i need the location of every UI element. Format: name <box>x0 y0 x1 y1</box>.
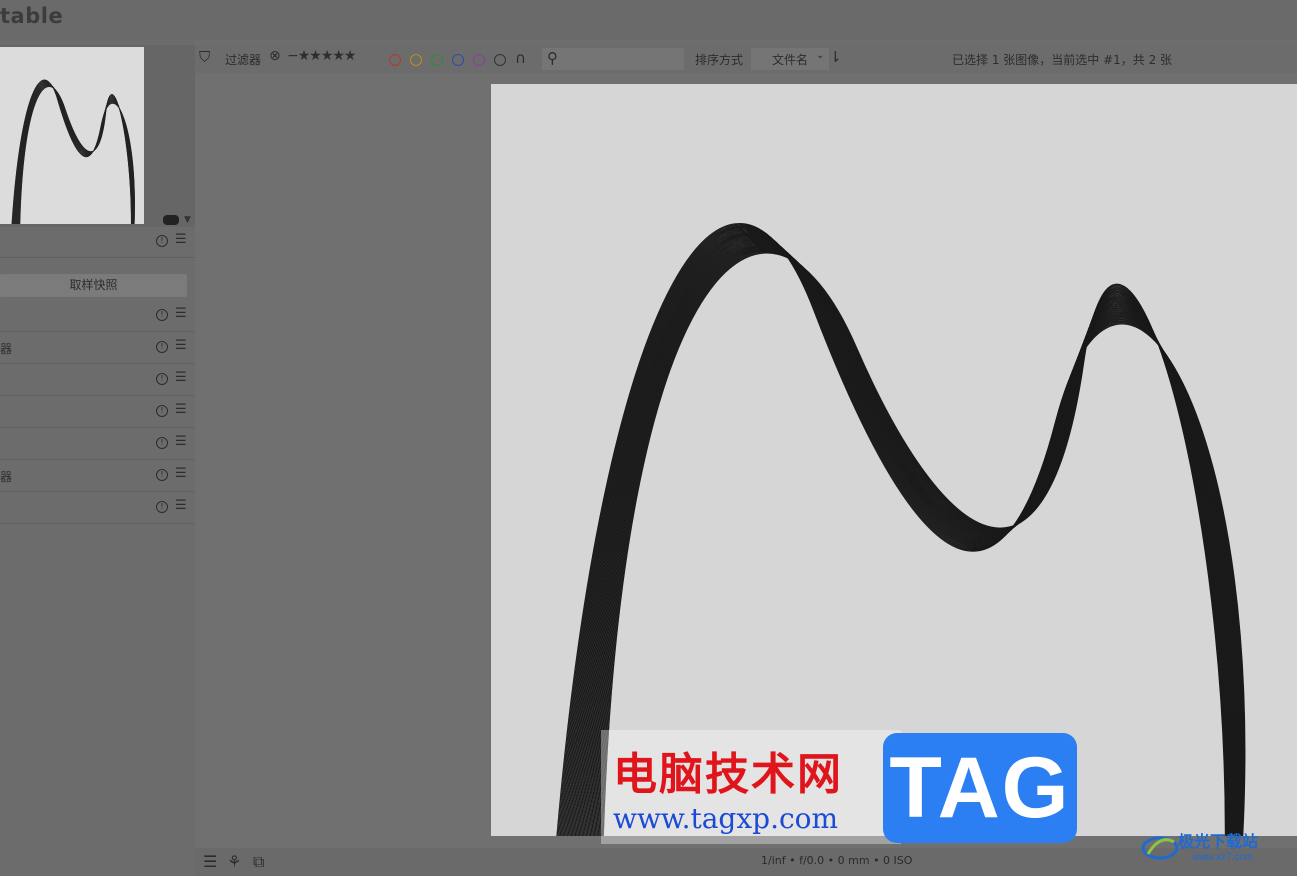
color-label-red-icon[interactable] <box>389 54 401 66</box>
sort-select[interactable]: 文件名 ⌄ <box>751 48 829 70</box>
info-icon[interactable]: ! <box>156 373 168 385</box>
watermark-site-url: www.xz7.com <box>1192 852 1254 863</box>
menu-icon[interactable]: ☰ <box>203 852 217 871</box>
wave-line <box>19 86 132 224</box>
filter-toolbar: ⛉ 过滤器 ⊗ −★★★★★ ∩ ⚲ 排序方式 文件名 ⌄ ⇂ 已选择 1 张图… <box>195 45 1297 73</box>
menu-icon[interactable]: ☰ <box>175 232 187 247</box>
wave-line <box>17 84 133 224</box>
take-snapshot-button[interactable]: 取样快照 <box>0 274 187 297</box>
selection-status: 已选择 1 张图像，当前选中 #1，共 2 张 <box>952 53 1173 67</box>
info-icon[interactable]: ! <box>156 405 168 417</box>
info-icon[interactable]: ! <box>156 235 168 247</box>
search-icon: ⚲ <box>547 49 558 67</box>
info-icon[interactable]: ! <box>156 469 168 481</box>
filter-icon[interactable]: ⛉ <box>199 48 210 66</box>
sort-value: 文件名 <box>772 53 809 67</box>
aurora-logo-icon <box>1141 836 1179 860</box>
wave-line <box>18 85 132 224</box>
module-row-4[interactable]: ! ☰ <box>0 397 195 428</box>
wave-line <box>17 85 133 224</box>
navigator-visibility-icon[interactable] <box>163 215 179 225</box>
watermark-site-logo: 极光下载站 www.xz7.com <box>1140 822 1297 876</box>
menu-icon[interactable]: ☰ <box>175 338 187 353</box>
color-label-yellow-icon[interactable] <box>410 54 422 66</box>
left-panel: ▼ ! ☰ 取样快照 ! ☰ 器 ! ☰ ! ☰ ! ☰ ! ☰ 器 ! ☰ !… <box>0 40 195 876</box>
info-icon[interactable]: ! <box>156 341 168 353</box>
bottom-bar: ☰ ⚘ ⧉ 1/inf • f/0.0 • 0 mm • 0 ISO <box>195 848 1297 876</box>
wave-line <box>19 86 132 224</box>
thumbnail-wave-image <box>11 79 135 224</box>
navigator-dropdown-icon[interactable]: ▼ <box>184 215 191 225</box>
watermark-site-name: 极光下载站 <box>1178 834 1259 851</box>
app-title: table <box>0 4 64 28</box>
watermark-cn-text: 电脑技术网 <box>613 749 843 800</box>
menu-icon[interactable]: ☰ <box>175 498 187 513</box>
menu-icon[interactable]: ☰ <box>175 370 187 385</box>
main-image[interactable] <box>491 84 1297 836</box>
navigator-panel[interactable]: ▼ <box>0 45 195 227</box>
filter-label: 过滤器 <box>225 53 262 67</box>
module-label: 器 <box>0 470 13 484</box>
menu-icon[interactable]: ☰ <box>175 434 187 449</box>
wave-line <box>19 86 132 224</box>
title-bar: table <box>0 0 1297 40</box>
watermark: 电脑技术网 www.tagxp.com TAG <box>601 730 1083 844</box>
color-label-purple-icon[interactable] <box>473 54 485 66</box>
color-label-blue-icon[interactable] <box>452 54 464 66</box>
color-picker-icon[interactable]: ⚘ <box>227 852 241 871</box>
wave-line <box>19 86 132 224</box>
module-row-6[interactable]: 器 ! ☰ <box>0 461 195 492</box>
watermark-tag-logo: TAG <box>883 733 1077 843</box>
wave-line-art-image <box>556 223 1246 836</box>
wave-line <box>18 85 132 224</box>
search-input[interactable]: ⚲ <box>542 48 684 70</box>
module-row-navigator[interactable]: ! ☰ <box>0 227 195 258</box>
module-row-2[interactable]: 器 ! ☰ <box>0 333 195 364</box>
wave-line <box>18 85 132 224</box>
menu-icon[interactable]: ☰ <box>175 402 187 417</box>
menu-icon[interactable]: ☰ <box>175 466 187 481</box>
star-rating-filter[interactable]: −★★★★★ <box>287 48 356 64</box>
wave-line <box>18 85 133 224</box>
display-icon[interactable]: ⧉ <box>253 852 264 872</box>
chevron-down-icon: ⌄ <box>816 50 825 61</box>
navigator-thumbnail[interactable] <box>0 47 144 224</box>
sort-order-icon[interactable]: ⇂ <box>829 48 842 66</box>
color-label-green-icon[interactable] <box>431 54 443 66</box>
info-icon[interactable]: ! <box>156 501 168 513</box>
module-row-5[interactable]: ! ☰ <box>0 429 195 460</box>
info-icon[interactable]: ! <box>156 437 168 449</box>
reject-icon[interactable]: ⊗ <box>269 48 281 64</box>
module-row-3[interactable]: ! ☰ <box>0 365 195 396</box>
color-label-gray-icon[interactable] <box>494 54 506 66</box>
sort-label: 排序方式 <box>695 53 744 67</box>
module-row-1[interactable]: ! ☰ <box>0 301 195 332</box>
menu-icon[interactable]: ☰ <box>175 306 187 321</box>
info-icon[interactable]: ! <box>156 309 168 321</box>
color-operator-icon[interactable]: ∩ <box>515 49 526 67</box>
exif-info: 1/inf • f/0.0 • 0 mm • 0 ISO <box>761 854 913 867</box>
wave-line <box>18 85 133 224</box>
module-row-7[interactable]: ! ☰ <box>0 493 195 524</box>
watermark-url: www.tagxp.com <box>613 802 839 835</box>
module-label: 器 <box>0 342 13 356</box>
